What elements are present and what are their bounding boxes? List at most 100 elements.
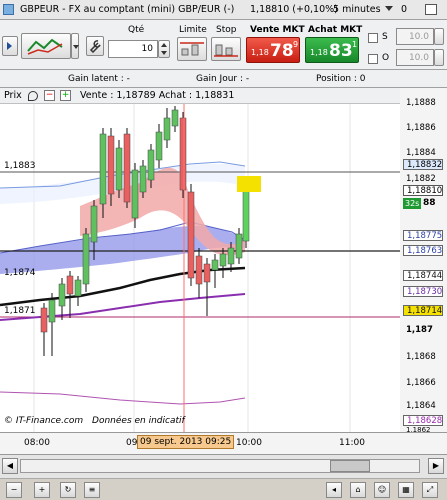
grid-icon[interactable]: ▦ bbox=[398, 482, 414, 498]
x-tick-1000: 10:00 bbox=[236, 438, 262, 448]
s-checkbox[interactable] bbox=[368, 33, 378, 43]
price-label: Prix bbox=[4, 90, 22, 101]
zoom-in-icon[interactable]: + bbox=[34, 482, 50, 498]
s-stepper[interactable] bbox=[434, 28, 444, 45]
stop-label: Stop bbox=[216, 25, 237, 35]
extra-value: 0 bbox=[401, 4, 408, 15]
quote-info: Vente : 1,18789 Achat : 1,18831 bbox=[80, 90, 235, 101]
plus-icon[interactable]: + bbox=[60, 90, 71, 101]
buy-price-prefix: 1,18 bbox=[310, 48, 328, 57]
watermark: © IT-Finance.com Données en indicatif bbox=[4, 416, 185, 426]
bottom-toolbar: − + ↻ ≡ ◂ ⌂ ☺ ▦ ⤢ bbox=[0, 478, 447, 500]
scroll-right-button[interactable]: ▶ bbox=[428, 458, 444, 474]
chevron-icon[interactable] bbox=[385, 6, 393, 11]
highlight-marker bbox=[237, 176, 261, 192]
gain-bar: Gain latent : - Gain Jour : - Position :… bbox=[0, 70, 447, 88]
chevron-right-icon bbox=[7, 42, 12, 50]
chart-header: Prix − + Vente : 1,18789 Achat : 1,18831 bbox=[0, 88, 400, 104]
level-label-1883: 1,1883 bbox=[4, 161, 36, 171]
nav-first-icon[interactable]: ◂ bbox=[326, 482, 342, 498]
position: Position : 0 bbox=[316, 74, 366, 84]
limit-button[interactable] bbox=[177, 37, 207, 61]
user-icon[interactable]: ☺ bbox=[374, 482, 390, 498]
y-box-18714: 1,18714 bbox=[403, 305, 443, 316]
minus-icon[interactable]: − bbox=[44, 90, 55, 101]
y-box-88: 88 bbox=[423, 198, 436, 208]
y-box-18744: 1,18744 bbox=[403, 270, 443, 281]
list-icon[interactable]: ≡ bbox=[84, 482, 100, 498]
y-tick: 1,1864 bbox=[406, 401, 436, 411]
qty-stepper[interactable] bbox=[158, 40, 170, 58]
refresh-icon[interactable]: ↻ bbox=[60, 482, 76, 498]
home-icon[interactable]: ⌂ bbox=[350, 482, 366, 498]
y-tick: 1,1866 bbox=[406, 378, 436, 388]
collapse-button[interactable] bbox=[2, 36, 18, 56]
data-notice: Données en indicatif bbox=[92, 416, 185, 426]
y-tick: 1,1882 bbox=[406, 174, 436, 184]
gain-latent: Gain latent : - bbox=[68, 74, 130, 84]
o-stepper[interactable] bbox=[434, 49, 444, 66]
strategy-button[interactable] bbox=[21, 33, 71, 59]
s-input[interactable]: 10.0 bbox=[396, 28, 434, 45]
order-toolbar: Qté 10 Limite Stop Vente MKT 1,18 78 9 A… bbox=[0, 20, 447, 70]
buy-price-big: 83 bbox=[329, 41, 353, 61]
y-box-18730: 1,18730 bbox=[403, 286, 443, 297]
settings-button[interactable] bbox=[86, 36, 104, 56]
level-label-18714: 1,1871 bbox=[4, 306, 36, 316]
qty-label: Qté bbox=[128, 25, 145, 35]
sell-price-sup: 9 bbox=[293, 40, 299, 49]
x-tick-1100: 11:00 bbox=[339, 438, 365, 448]
y-box-18832: 1,18832 bbox=[403, 159, 443, 170]
expand-icon[interactable]: ⤢ bbox=[422, 482, 438, 498]
sell-button[interactable]: 1,18 78 9 bbox=[246, 37, 300, 63]
chart-scrollbar[interactable]: ◀ ▶ bbox=[0, 454, 447, 478]
level-label-18744: 1,1874 bbox=[4, 268, 36, 278]
o-checkbox[interactable] bbox=[368, 54, 378, 64]
period-label[interactable]: 5 minutes bbox=[333, 4, 381, 15]
zoom-out-icon[interactable]: − bbox=[6, 482, 22, 498]
stepper-up-icon bbox=[161, 43, 167, 47]
time-cursor-label: 09 sept. 2013 09:25 bbox=[137, 435, 235, 449]
scroll-thumb[interactable] bbox=[330, 460, 370, 472]
qty-input[interactable]: 10 bbox=[108, 40, 158, 58]
chevron-down-icon bbox=[73, 45, 79, 49]
buy-price-sup: 1 bbox=[352, 40, 358, 49]
s-label: S bbox=[382, 32, 388, 42]
price-chart[interactable]: Prix − + Vente : 1,18789 Achat : 1,18831… bbox=[0, 88, 400, 432]
buy-label: Achat MKT bbox=[308, 25, 363, 35]
time-axis[interactable]: 08:00 09 09 sept. 2013 09:25 10:00 11:00 bbox=[0, 432, 447, 454]
x-tick-09: 09 bbox=[126, 438, 138, 448]
countdown-badge: 32s bbox=[403, 198, 422, 209]
buy-button[interactable]: 1,18 83 1 bbox=[305, 37, 359, 63]
stop-button[interactable] bbox=[211, 37, 241, 61]
stepper-down-icon bbox=[161, 51, 167, 55]
strategy-dropdown[interactable] bbox=[71, 33, 79, 59]
trend-chart-icon bbox=[27, 38, 63, 55]
y-tick: 1,1888 bbox=[406, 98, 436, 108]
sell-price-prefix: 1,18 bbox=[251, 48, 269, 57]
instrument-title: GBPEUR - FX au comptant (mini) GBP/EUR (… bbox=[20, 4, 235, 15]
window-icon[interactable] bbox=[425, 4, 437, 15]
last-price: 1,18810 (+0,10%) bbox=[250, 4, 338, 15]
o-input[interactable]: 10.0 bbox=[396, 49, 434, 66]
gain-jour: Gain Jour : - bbox=[196, 74, 250, 84]
title-bar: GBPEUR - FX au comptant (mini) GBP/EUR (… bbox=[0, 0, 447, 20]
y-tick: 1,1886 bbox=[406, 123, 436, 133]
limit-label: Limite bbox=[179, 25, 207, 35]
o-label: O bbox=[382, 53, 390, 63]
y-box-18810: 1,18810 bbox=[403, 185, 443, 196]
y-box-18628: 1,18628 bbox=[403, 415, 443, 426]
y-tick: 1,1884 bbox=[406, 148, 436, 158]
price-axis[interactable]: 1,1888 1,1886 1,1884 1,18832 1,1882 1,18… bbox=[400, 88, 447, 434]
app-icon bbox=[3, 4, 14, 15]
x-tick-0800: 08:00 bbox=[24, 438, 50, 448]
y-tick: 1,187 bbox=[406, 325, 433, 335]
scroll-left-button[interactable]: ◀ bbox=[2, 458, 18, 474]
wrench-icon bbox=[89, 40, 101, 53]
wrench-small-icon[interactable] bbox=[28, 91, 38, 101]
stop-order-icon bbox=[214, 44, 238, 57]
limit-order-icon bbox=[180, 42, 204, 56]
sell-price-big: 78 bbox=[270, 41, 294, 61]
sell-label: Vente MKT bbox=[250, 25, 305, 35]
chart-canvas[interactable] bbox=[0, 88, 400, 432]
